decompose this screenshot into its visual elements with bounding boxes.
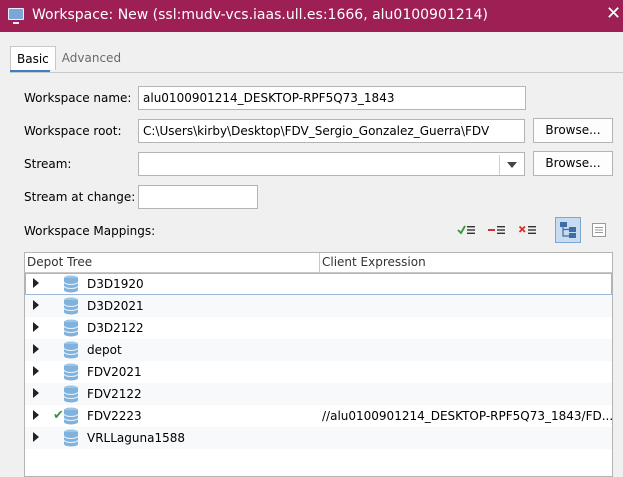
column-depot-tree[interactable]: Depot Tree bbox=[27, 255, 92, 269]
workspace-root-field[interactable]: C:\Users\kirby\Desktop\FDV_Sergio_Gonzal… bbox=[138, 119, 525, 143]
browse-stream-button[interactable]: Browse... bbox=[533, 151, 613, 176]
close-icon[interactable]: ✕ bbox=[606, 4, 621, 24]
workspace-mappings-label: Workspace Mappings: bbox=[24, 224, 156, 238]
column-client-expression[interactable]: Client Expression bbox=[322, 255, 426, 269]
workspace-root-label: Workspace root: bbox=[24, 124, 122, 138]
window-title: Workspace: New (ssl:mudv-vcs.iaas.ull.es… bbox=[32, 7, 488, 23]
title-bar: Workspace: New (ssl:mudv-vcs.iaas.ull.es… bbox=[0, 0, 623, 32]
depot-name: VRLLaguna1588 bbox=[87, 431, 185, 445]
workspace-name-label: Workspace name: bbox=[24, 91, 132, 105]
expand-arrow-icon[interactable] bbox=[33, 344, 39, 354]
depot-icon bbox=[63, 341, 79, 359]
tab-advanced[interactable]: Advanced bbox=[56, 46, 127, 70]
stream-at-change-label: Stream at change: bbox=[24, 190, 136, 204]
depot-name: D3D2021 bbox=[87, 299, 144, 313]
expand-arrow-icon[interactable] bbox=[33, 432, 39, 442]
tree-row[interactable]: ✔ FDV2223//alu0100901214_DESKTOP-RPF5Q73_… bbox=[25, 405, 612, 427]
expand-arrow-icon[interactable] bbox=[33, 300, 39, 310]
workspace-name-field[interactable]: alu0100901214_DESKTOP-RPF5Q73_1843 bbox=[138, 86, 526, 110]
expand-arrow-icon[interactable] bbox=[33, 278, 39, 288]
expand-arrow-icon[interactable] bbox=[33, 388, 39, 398]
remove-x-icon[interactable] bbox=[516, 218, 540, 242]
tree-view-icon[interactable] bbox=[555, 217, 581, 243]
depot-icon bbox=[63, 275, 79, 293]
browse-root-button[interactable]: Browse... bbox=[533, 118, 613, 143]
chevron-down-icon[interactable] bbox=[500, 153, 524, 177]
depot-icon bbox=[63, 363, 79, 381]
depot-tree[interactable]: Depot Tree Client Expression D3D1920 D3D2… bbox=[24, 252, 613, 477]
tree-header: Depot Tree Client Expression bbox=[25, 253, 612, 273]
client-expression: //alu0100901214_DESKTOP-RPF5Q73_1843/FD.… bbox=[322, 409, 613, 423]
stream-combobox[interactable] bbox=[138, 152, 525, 176]
tree-row[interactable]: VRLLaguna1588 bbox=[25, 427, 612, 449]
include-check-icon[interactable] bbox=[455, 218, 479, 242]
depot-icon bbox=[63, 385, 79, 403]
depot-name: D3D2122 bbox=[87, 321, 144, 335]
tree-row[interactable]: D3D1920 bbox=[25, 273, 612, 295]
tree-row[interactable]: FDV2021 bbox=[25, 361, 612, 383]
depot-icon bbox=[63, 297, 79, 315]
tab-panel-border bbox=[10, 72, 623, 73]
exclude-minus-icon[interactable] bbox=[485, 218, 509, 242]
text-view-icon[interactable] bbox=[587, 218, 611, 242]
depot-name: FDV2021 bbox=[87, 365, 142, 379]
depot-name: depot bbox=[87, 343, 122, 357]
app-window-icon bbox=[8, 8, 24, 24]
tree-row[interactable]: D3D2021 bbox=[25, 295, 612, 317]
depot-icon bbox=[63, 407, 79, 425]
tree-row[interactable]: D3D2122 bbox=[25, 317, 612, 339]
depot-icon bbox=[63, 319, 79, 337]
stream-at-change-field[interactable] bbox=[138, 185, 258, 209]
tab-basic[interactable]: Basic bbox=[10, 46, 56, 70]
tree-rows: D3D1920 D3D2021 D3D2122 depot FDV2021 FDV2122… bbox=[25, 273, 612, 449]
depot-name: FDV2122 bbox=[87, 387, 142, 401]
tree-row[interactable]: depot bbox=[25, 339, 612, 361]
tree-row[interactable]: FDV2122 bbox=[25, 383, 612, 405]
stream-label: Stream: bbox=[24, 157, 72, 171]
depot-name: D3D1920 bbox=[87, 277, 144, 291]
tab-strip: Basic Advanced bbox=[10, 46, 127, 72]
depot-icon bbox=[63, 429, 79, 447]
expand-arrow-icon[interactable] bbox=[33, 322, 39, 332]
expand-arrow-icon[interactable] bbox=[33, 366, 39, 376]
column-separator[interactable] bbox=[319, 253, 320, 272]
expand-arrow-icon[interactable] bbox=[33, 410, 39, 420]
depot-name: FDV2223 bbox=[87, 409, 142, 423]
